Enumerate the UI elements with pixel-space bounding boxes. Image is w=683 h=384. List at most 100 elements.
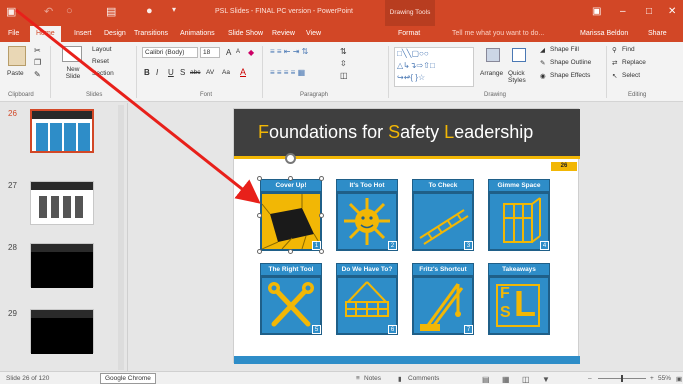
resize-handle[interactable]: [257, 213, 262, 218]
replace-icon[interactable]: ⇄: [612, 59, 617, 67]
shape-outline-button[interactable]: Shape Outline: [550, 59, 591, 66]
undo-icon[interactable]: ↶: [44, 5, 53, 18]
start-from-beginning-icon[interactable]: ▤: [106, 5, 116, 18]
reading-view-icon[interactable]: ◫: [522, 375, 530, 384]
tab-home[interactable]: Home: [30, 26, 61, 42]
paste-icon[interactable]: [8, 46, 26, 66]
find-icon[interactable]: ⚲: [612, 46, 617, 54]
slide-sorter-icon[interactable]: ▦: [502, 375, 510, 384]
zoom-out-icon[interactable]: –: [588, 375, 592, 382]
shape-effects-icon[interactable]: ◉: [540, 72, 546, 80]
redo-icon[interactable]: ○: [66, 5, 73, 17]
find-button[interactable]: Find: [622, 46, 635, 53]
underline-button[interactable]: U: [168, 68, 174, 77]
shrink-font-button[interactable]: A: [236, 49, 240, 55]
fit-slide-icon[interactable]: ▣: [676, 375, 682, 383]
presenter-icon[interactable]: ●: [146, 5, 153, 17]
tab-transitions[interactable]: Transitions: [134, 30, 168, 37]
normal-view-icon[interactable]: ▤: [482, 375, 490, 384]
shape-effects-button[interactable]: Shape Effects: [550, 72, 590, 79]
select-button[interactable]: Select: [622, 72, 640, 79]
tell-me-search[interactable]: Tell me what you want to do...: [452, 30, 544, 37]
resize-handle[interactable]: [319, 249, 324, 254]
strikethrough-button[interactable]: abc: [190, 69, 200, 76]
new-slide-icon[interactable]: [62, 46, 82, 62]
zoom-in-icon[interactable]: +: [650, 375, 654, 382]
smartart-icon[interactable]: ◫: [340, 71, 348, 80]
card-fritzs-shortcut[interactable]: Fritz's Shortcut 7: [412, 263, 474, 335]
section-button[interactable]: Section: [92, 70, 114, 77]
user-name[interactable]: Marissa Beldon: [580, 30, 628, 37]
new-slide-button[interactable]: New Slide: [60, 66, 86, 80]
align-text-icon[interactable]: ⇳: [340, 59, 347, 68]
tab-file[interactable]: File: [8, 30, 19, 37]
slideshow-view-icon[interactable]: ▼: [542, 375, 550, 384]
tab-view[interactable]: View: [306, 30, 321, 37]
font-size-box[interactable]: 18: [200, 47, 220, 58]
tab-animations[interactable]: Animations: [180, 30, 215, 37]
notes-button[interactable]: Notes: [364, 375, 381, 382]
slide-thumbnail-27[interactable]: [30, 181, 94, 225]
slide-thumbnail-28[interactable]: [30, 243, 94, 288]
card-cover-up[interactable]: Cover Up! 1: [260, 179, 322, 251]
replace-button[interactable]: Replace: [622, 59, 646, 66]
minimize-icon[interactable]: –: [620, 6, 626, 17]
tab-format[interactable]: Format: [398, 30, 420, 37]
rotate-handle-icon[interactable]: [285, 153, 296, 164]
thumbnails-scrollbar[interactable]: [118, 105, 124, 370]
bold-button[interactable]: B: [144, 68, 150, 77]
arrange-icon[interactable]: [486, 48, 500, 62]
grow-font-button[interactable]: A: [226, 48, 231, 57]
copy-icon[interactable]: ❐: [34, 58, 41, 67]
shape-fill-icon[interactable]: ◢: [540, 46, 545, 54]
close-icon[interactable]: ✕: [668, 6, 676, 17]
clear-formatting-icon[interactable]: ◆: [248, 48, 254, 57]
quick-styles-button[interactable]: Quick Styles: [508, 70, 536, 84]
font-name-box[interactable]: Calibri (Body): [142, 47, 198, 58]
font-color-button[interactable]: A: [240, 67, 246, 77]
card-the-right-tool[interactable]: The Right Tool 5: [260, 263, 322, 335]
resize-handle[interactable]: [319, 213, 324, 218]
resize-handle[interactable]: [288, 249, 293, 254]
change-case-button[interactable]: Aa: [222, 69, 230, 76]
reset-button[interactable]: Reset: [92, 58, 109, 65]
card-takeaways[interactable]: Takeaways F S L: [488, 263, 550, 335]
comments-icon[interactable]: ▮: [398, 375, 402, 383]
format-painter-icon[interactable]: ✎: [34, 70, 41, 79]
slide-canvas[interactable]: Foundations for Safety Leadership 26 Cov…: [233, 108, 580, 364]
slide-title[interactable]: Foundations for Safety Leadership: [258, 122, 533, 143]
customize-qat-icon[interactable]: ▾: [172, 5, 176, 14]
tab-insert[interactable]: Insert: [74, 30, 92, 37]
slide-thumbnail-29[interactable]: [30, 309, 94, 354]
select-icon[interactable]: ↖: [612, 72, 617, 80]
card-to-check[interactable]: To Check 3: [412, 179, 474, 251]
tab-review[interactable]: Review: [272, 30, 295, 37]
notes-icon[interactable]: ≡: [356, 375, 360, 382]
resize-handle[interactable]: [257, 249, 262, 254]
zoom-slider-thumb[interactable]: [621, 375, 623, 382]
shape-outline-icon[interactable]: ✎: [540, 59, 545, 67]
resize-handle[interactable]: [257, 176, 262, 181]
quick-styles-icon[interactable]: [512, 48, 526, 62]
shape-fill-button[interactable]: Shape Fill: [550, 46, 579, 53]
zoom-level[interactable]: 55%: [658, 375, 671, 382]
save-icon[interactable]: ▣: [6, 5, 16, 18]
char-spacing-button[interactable]: AV: [206, 69, 214, 76]
card-gimme-space[interactable]: Gimme Space 4: [488, 179, 550, 251]
paste-button[interactable]: Paste: [7, 70, 24, 77]
ribbon-options-icon[interactable]: ▣: [592, 6, 601, 17]
tab-design[interactable]: Design: [104, 30, 126, 37]
shapes-gallery[interactable]: □╲╲▢○○ △↳↴⇨⇧□ ↪↫{ }☆: [394, 47, 474, 87]
arrange-button[interactable]: Arrange: [480, 70, 503, 77]
share-button[interactable]: Share: [648, 30, 667, 37]
tab-slide-show[interactable]: Slide Show: [228, 30, 263, 37]
slide-thumbnail-26[interactable]: [30, 109, 94, 153]
italic-button[interactable]: I: [156, 68, 158, 77]
bullets-icon[interactable]: ≡ ≡ ⇤ ⇥ ⇅: [270, 47, 308, 56]
text-direction-icon[interactable]: ⇅: [340, 47, 347, 56]
card-its-too-hot[interactable]: It's Too Hot 2: [336, 179, 398, 251]
layout-button[interactable]: Layout: [92, 46, 112, 53]
comments-button[interactable]: Comments: [408, 375, 439, 382]
maximize-icon[interactable]: □: [646, 6, 652, 17]
shadow-button[interactable]: S: [180, 68, 185, 77]
